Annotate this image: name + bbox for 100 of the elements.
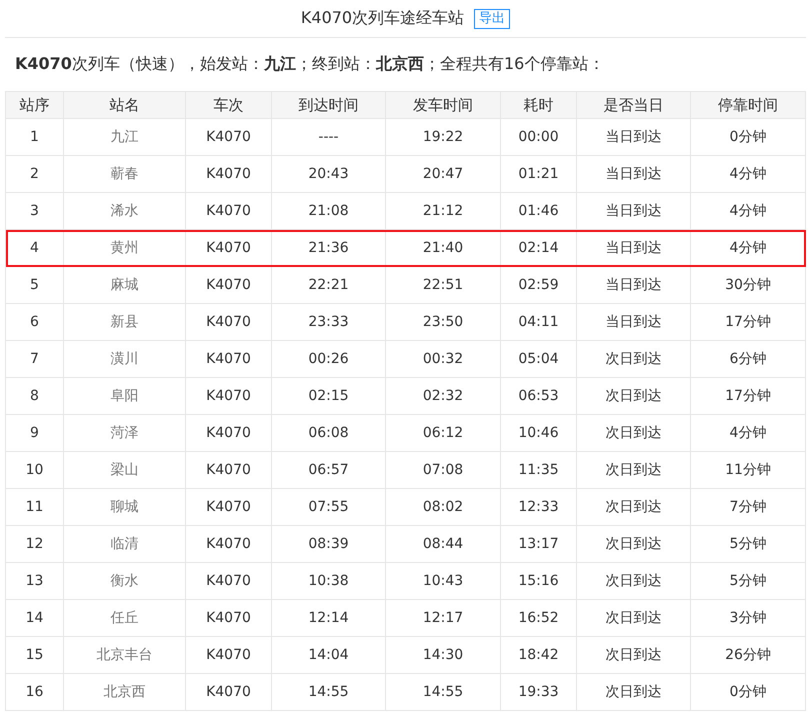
column-header: 发车时间 bbox=[386, 92, 500, 118]
table-cell: 浠水 bbox=[64, 192, 186, 230]
table-cell: 10:38 bbox=[272, 562, 386, 600]
table-cell: 8 bbox=[6, 378, 64, 414]
table-cell: 任丘 bbox=[64, 600, 186, 636]
column-header: 站名 bbox=[64, 92, 186, 118]
table-cell: 30分钟 bbox=[690, 266, 806, 304]
table-cell: ---- bbox=[272, 118, 386, 156]
table-cell: 潢川 bbox=[64, 340, 186, 378]
table-cell: 6 bbox=[6, 304, 64, 340]
table-cell: 23:50 bbox=[386, 304, 500, 340]
table-cell: 20:43 bbox=[272, 156, 386, 192]
table-cell: 当日到达 bbox=[576, 118, 690, 156]
table-cell: 当日到达 bbox=[576, 192, 690, 230]
table-cell: 12:17 bbox=[386, 600, 500, 636]
table-cell: K4070 bbox=[186, 526, 272, 562]
table-cell: 九江 bbox=[64, 118, 186, 156]
table-cell: 北京西 bbox=[64, 674, 186, 710]
table-cell: K4070 bbox=[186, 266, 272, 304]
column-header: 站序 bbox=[6, 92, 64, 118]
table-cell: 衡水 bbox=[64, 562, 186, 600]
table-cell: 02:32 bbox=[386, 378, 500, 414]
table-cell: 01:46 bbox=[500, 192, 576, 230]
table-cell: 当日到达 bbox=[576, 266, 690, 304]
table-cell: 梁山 bbox=[64, 452, 186, 488]
table-cell: K4070 bbox=[186, 340, 272, 378]
table-cell: 00:00 bbox=[500, 118, 576, 156]
table-cell: 次日到达 bbox=[576, 636, 690, 674]
column-header: 车次 bbox=[186, 92, 272, 118]
table-cell: 19:33 bbox=[500, 674, 576, 710]
table-cell: 次日到达 bbox=[576, 600, 690, 636]
table-cell: 临清 bbox=[64, 526, 186, 562]
table-cell: 14:55 bbox=[272, 674, 386, 710]
table-cell: 0分钟 bbox=[690, 118, 806, 156]
table-cell: K4070 bbox=[186, 600, 272, 636]
table-cell: 7 bbox=[6, 340, 64, 378]
table-cell: 07:08 bbox=[386, 452, 500, 488]
table-cell: 7分钟 bbox=[690, 488, 806, 526]
table-cell: K4070 bbox=[186, 378, 272, 414]
table-cell: 次日到达 bbox=[576, 488, 690, 526]
table-cell: 次日到达 bbox=[576, 674, 690, 710]
table-cell: 21:12 bbox=[386, 192, 500, 230]
table-cell: 06:08 bbox=[272, 414, 386, 452]
table-cell: 15 bbox=[6, 636, 64, 674]
table-cell: 12:33 bbox=[500, 488, 576, 526]
table-cell: 08:44 bbox=[386, 526, 500, 562]
table-cell: 14:30 bbox=[386, 636, 500, 674]
table-cell: 10 bbox=[6, 452, 64, 488]
table-cell: 蕲春 bbox=[64, 156, 186, 192]
column-header: 是否当日 bbox=[576, 92, 690, 118]
table-cell: 11:35 bbox=[500, 452, 576, 488]
table-cell: 聊城 bbox=[64, 488, 186, 526]
table-cell: 07:55 bbox=[272, 488, 386, 526]
table-cell: 11 bbox=[6, 488, 64, 526]
table-cell: K4070 bbox=[186, 156, 272, 192]
table-cell: 次日到达 bbox=[576, 562, 690, 600]
table-cell: 16 bbox=[6, 674, 64, 710]
table-cell: 02:59 bbox=[500, 266, 576, 304]
table-cell: 04:11 bbox=[500, 304, 576, 340]
table-cell: 06:57 bbox=[272, 452, 386, 488]
table-cell: 00:32 bbox=[386, 340, 500, 378]
table-cell: 12 bbox=[6, 526, 64, 562]
table-cell: 5 bbox=[6, 266, 64, 304]
table-cell: 次日到达 bbox=[576, 378, 690, 414]
table-cell: 17分钟 bbox=[690, 304, 806, 340]
table-cell: 6分钟 bbox=[690, 340, 806, 378]
table-cell: 22:51 bbox=[386, 266, 500, 304]
table-cell: 13 bbox=[6, 562, 64, 600]
table-cell: 1 bbox=[6, 118, 64, 156]
table-cell: 22:21 bbox=[272, 266, 386, 304]
table-cell: 10:43 bbox=[386, 562, 500, 600]
table-cell: 4 bbox=[6, 230, 64, 266]
table-cell: 21:08 bbox=[272, 192, 386, 230]
table-cell: 20:47 bbox=[386, 156, 500, 192]
table-cell: 14 bbox=[6, 600, 64, 636]
table-cell: K4070 bbox=[186, 636, 272, 674]
export-button[interactable]: 导出 bbox=[474, 8, 510, 28]
table-cell: K4070 bbox=[186, 488, 272, 526]
table-cell: K4070 bbox=[186, 562, 272, 600]
table-cell: 06:53 bbox=[500, 378, 576, 414]
table-cell: 次日到达 bbox=[576, 452, 690, 488]
table-cell: 当日到达 bbox=[576, 304, 690, 340]
table-cell: K4070 bbox=[186, 674, 272, 710]
table-cell: 14:04 bbox=[272, 636, 386, 674]
page-title: K4070次列车途经车站 bbox=[300, 8, 464, 29]
table-cell: 新县 bbox=[64, 304, 186, 340]
table-cell: K4070 bbox=[186, 304, 272, 340]
column-header: 停靠时间 bbox=[690, 92, 806, 118]
table-cell: 10:46 bbox=[500, 414, 576, 452]
table-cell: 麻城 bbox=[64, 266, 186, 304]
column-header: 到达时间 bbox=[272, 92, 386, 118]
table-cell: 23:33 bbox=[272, 304, 386, 340]
table-cell: 菏泽 bbox=[64, 414, 186, 452]
table-cell: 26分钟 bbox=[690, 636, 806, 674]
table-cell: 02:15 bbox=[272, 378, 386, 414]
table-cell: 次日到达 bbox=[576, 526, 690, 562]
table-cell: 5分钟 bbox=[690, 562, 806, 600]
table-cell: K4070 bbox=[186, 414, 272, 452]
table-cell: 次日到达 bbox=[576, 340, 690, 378]
table-cell: 北京丰台 bbox=[64, 636, 186, 674]
